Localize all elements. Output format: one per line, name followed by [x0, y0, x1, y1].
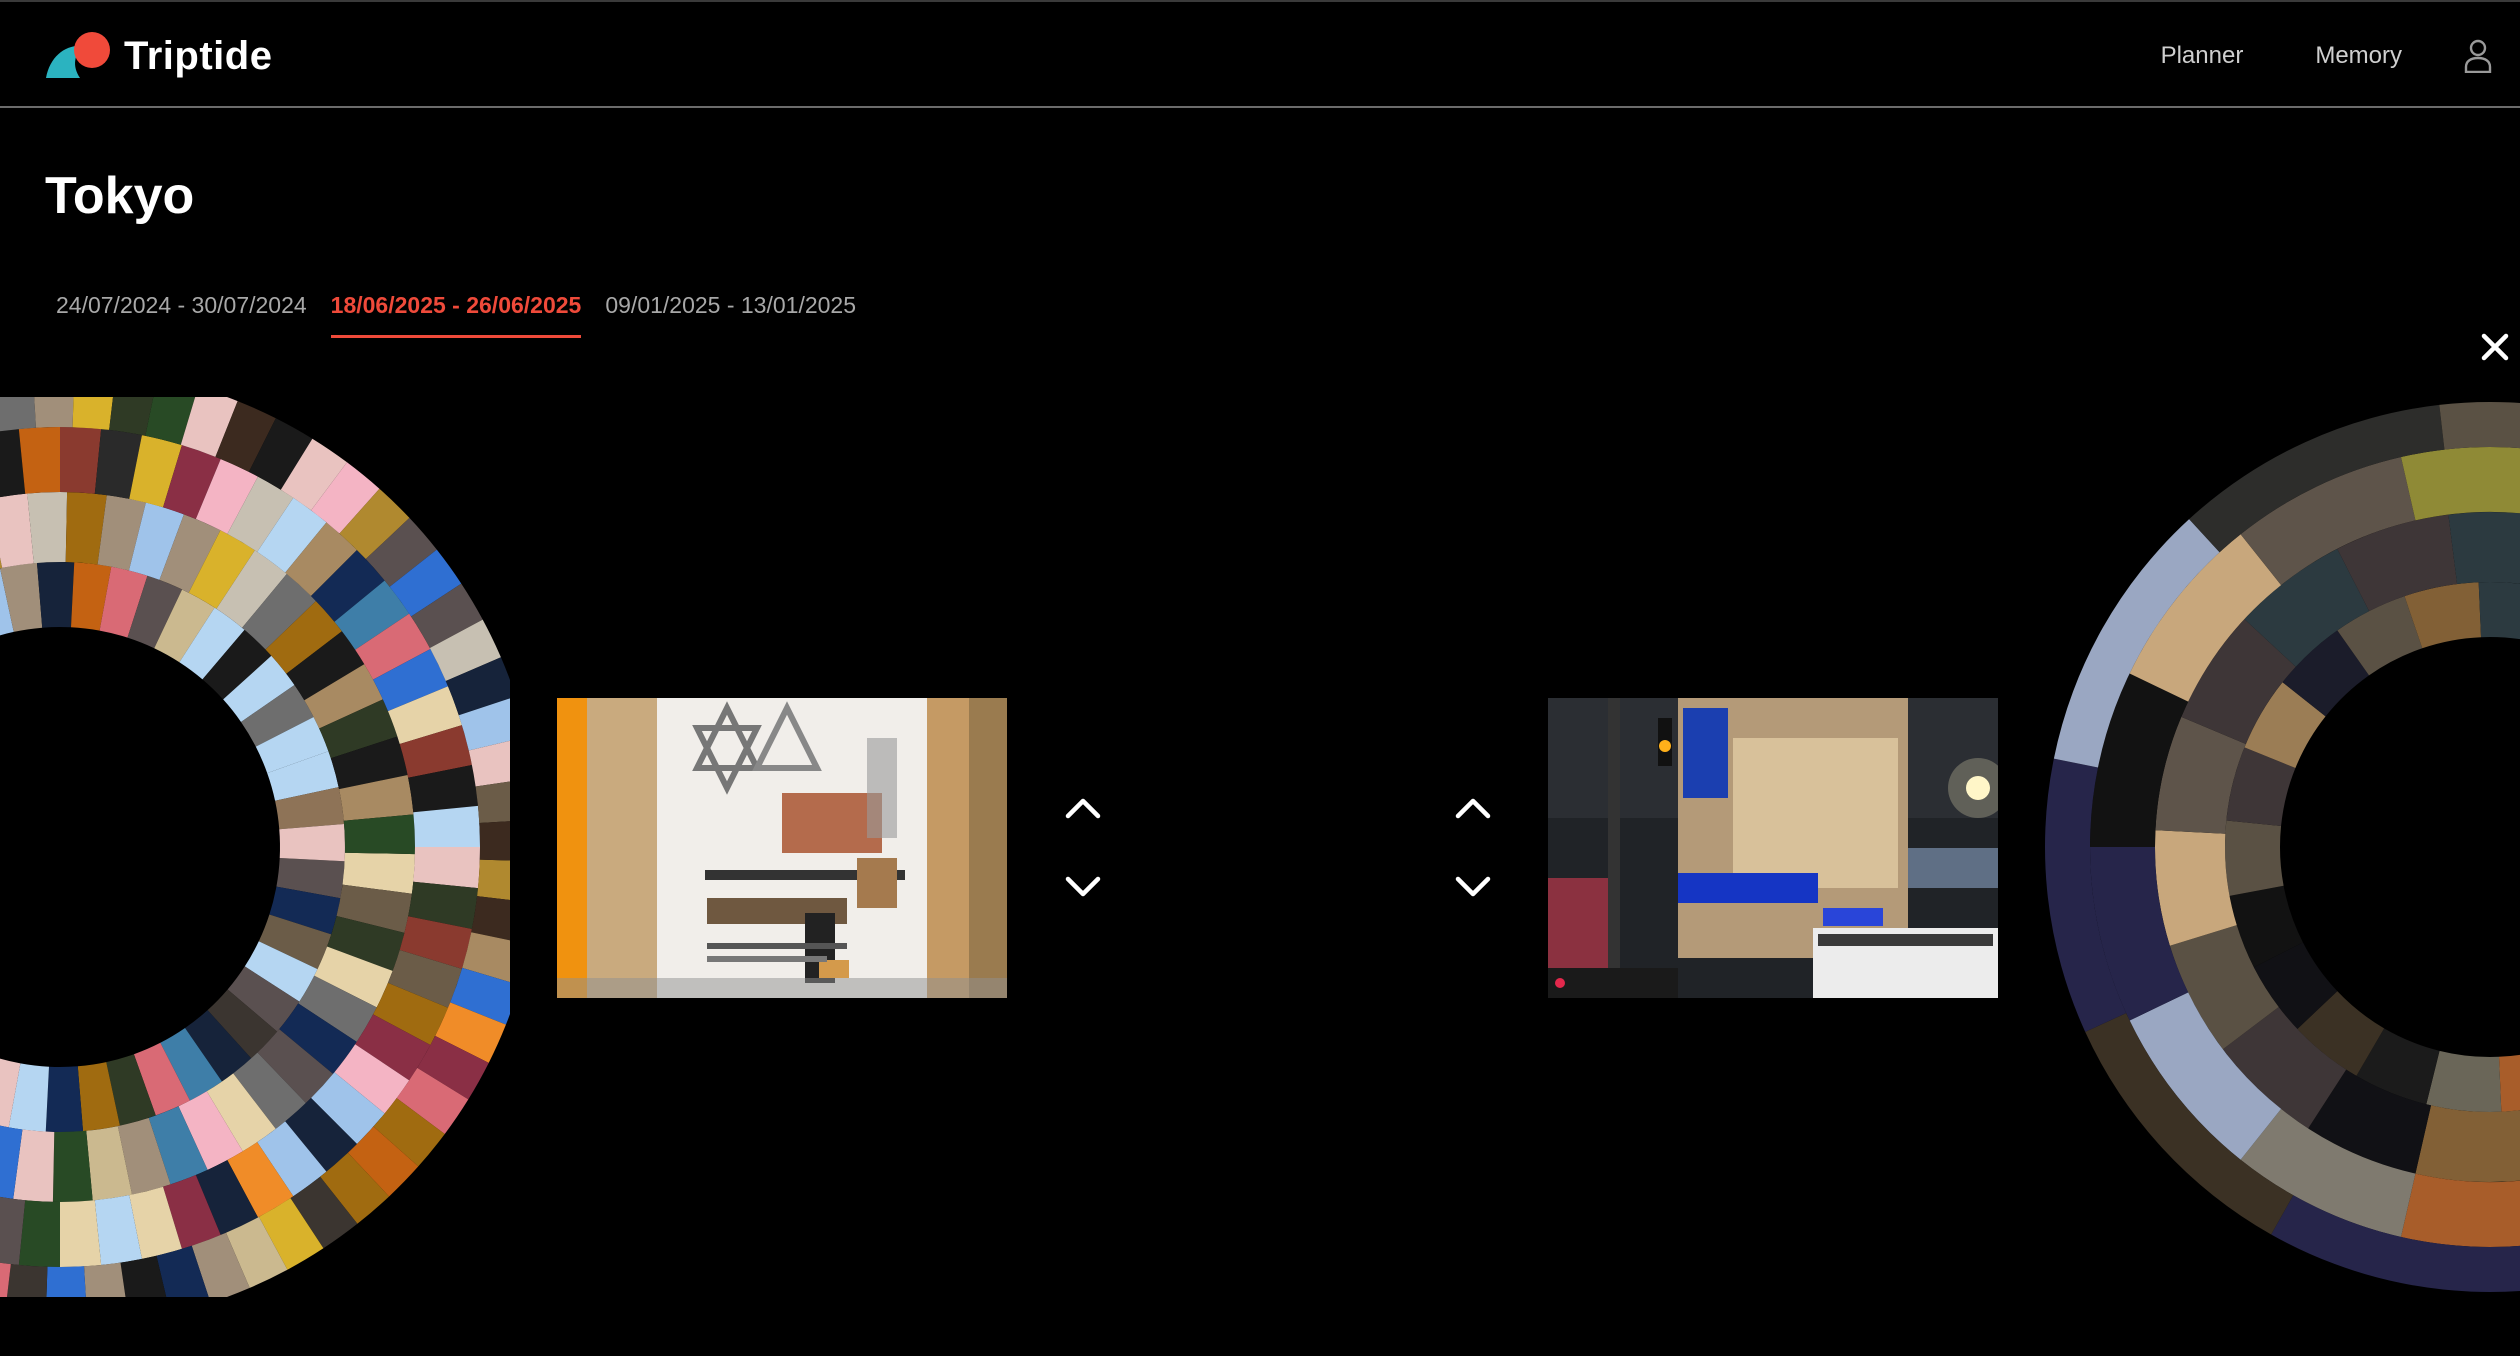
- wheel-tile: [2400, 1173, 2520, 1247]
- wheel-tile: [2426, 1050, 2502, 1112]
- brand-name: Triptide: [124, 33, 273, 78]
- wheel-tile: [2400, 447, 2520, 521]
- wheel-tile: [0, 397, 36, 432]
- wheel-tile: [27, 492, 68, 564]
- trip-date-tabs: 24/07/2024 - 30/07/2024 18/06/2025 - 26/…: [56, 292, 880, 338]
- wheel-tile: [343, 814, 416, 855]
- wheel-tile: [2498, 1054, 2520, 1112]
- close-icon[interactable]: [2478, 330, 2512, 364]
- top-navbar: Triptide Planner Memory: [0, 0, 2520, 108]
- wheel-tile: [279, 823, 345, 862]
- wheel-tile: [34, 397, 74, 428]
- wheel-tile: [479, 821, 510, 861]
- right-photo-next-chevron-down-icon[interactable]: [1453, 874, 1493, 900]
- wheel-tile: [18, 1200, 60, 1267]
- main-nav: Planner Memory: [2161, 2, 2520, 110]
- wheel-tile: [60, 1200, 102, 1267]
- wheel-tile: [46, 1266, 86, 1297]
- left-photo-color-wheel[interactable]: [0, 397, 510, 1297]
- left-photo-poster[interactable]: [557, 698, 1007, 998]
- right-photo-color-wheel[interactable]: [2040, 397, 2520, 1297]
- tab-trip-2025-06[interactable]: 18/06/2025 - 26/06/2025: [330, 292, 582, 338]
- page-title: Tokyo: [45, 167, 195, 225]
- wheel-tile: [18, 427, 60, 494]
- nav-planner-link[interactable]: Planner: [2161, 42, 2244, 70]
- wheel-tile: [2415, 1105, 2520, 1182]
- left-photo-prev-chevron-up-icon[interactable]: [1063, 795, 1103, 821]
- wheel-tile: [6, 1264, 48, 1297]
- wheel-tile: [52, 1130, 93, 1202]
- nav-memory-link[interactable]: Memory: [2315, 42, 2402, 70]
- wheel-tile: [477, 859, 510, 901]
- wheel-tile: [2225, 820, 2284, 896]
- wheel-tile: [2155, 830, 2237, 946]
- brand[interactable]: Triptide: [44, 30, 272, 82]
- wheel-tile: [2448, 512, 2520, 585]
- left-photo-next-chevron-down-icon[interactable]: [1063, 874, 1103, 900]
- wheel-tile: [36, 562, 75, 628]
- wheel-tile: [413, 847, 480, 889]
- app-root: Triptide Planner Memory Tokyo 24/07/2024…: [0, 0, 2520, 1356]
- right-photo-prev-chevron-up-icon[interactable]: [1453, 795, 1493, 821]
- wheel-tile: [60, 427, 102, 494]
- wheel-tile: [72, 397, 114, 430]
- user-icon[interactable]: [2464, 39, 2492, 73]
- right-photo-street-night[interactable]: [1548, 698, 1998, 998]
- wheel-tile: [45, 1066, 84, 1132]
- wheel-tile: [413, 805, 480, 847]
- tab-trip-2025-01[interactable]: 09/01/2025 - 13/01/2025: [605, 292, 856, 338]
- tab-trip-2024-07[interactable]: 24/07/2024 - 30/07/2024: [56, 292, 307, 338]
- triptide-logo-icon: [44, 30, 112, 82]
- wheel-tile: [2478, 582, 2520, 640]
